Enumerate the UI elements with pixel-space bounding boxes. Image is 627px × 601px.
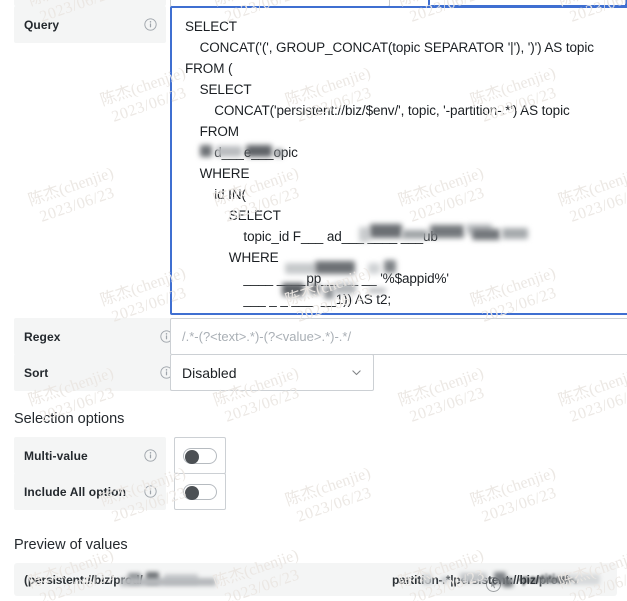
include-all-label: Include All option xyxy=(24,484,127,499)
regex-row: Regex xyxy=(14,318,182,355)
query-input[interactable]: SELECT CONCAT('(', GROUP_CONCAT(topic SE… xyxy=(172,8,627,313)
preview-value-text: (persistent://biz/prod/ xyxy=(24,572,143,587)
watermark-text: 陈杰(chenjie)2023/06/23 xyxy=(283,464,374,526)
selection-options-heading: Selection options xyxy=(14,411,125,427)
preview-value-text-continued: partition-.*|persistent://biz/prod/ xyxy=(392,573,569,587)
sort-label: Sort xyxy=(24,365,49,380)
regex-label-cell: Regex xyxy=(14,318,182,355)
multi-value-row: Multi-value xyxy=(14,437,166,474)
include-all-label-cell: Include All option xyxy=(14,473,166,510)
preview-of-values-heading: Preview of values xyxy=(14,537,128,553)
toggle-off-icon[interactable] xyxy=(183,483,217,500)
regex-input[interactable] xyxy=(170,318,627,355)
query-editor-container[interactable]: SELECT CONCAT('(', GROUP_CONCAT(topic SE… xyxy=(170,6,627,315)
query-row: Query xyxy=(14,6,166,43)
include-all-toggle[interactable] xyxy=(174,473,226,510)
cut-off-label-cell xyxy=(14,0,166,6)
sort-select[interactable]: Disabled xyxy=(170,354,374,391)
query-label: Query xyxy=(24,17,60,32)
crossover-cursor-icon xyxy=(485,576,502,593)
multi-value-label-cell: Multi-value xyxy=(14,437,166,474)
sort-label-cell: Sort xyxy=(14,354,182,391)
toggle-knob xyxy=(185,485,199,500)
multi-value-toggle[interactable] xyxy=(174,437,226,474)
sort-selected-value: Disabled xyxy=(182,364,237,381)
sort-row: Sort xyxy=(14,354,182,391)
query-label-cell: Query xyxy=(14,6,166,43)
multi-value-label: Multi-value xyxy=(24,448,88,463)
watermark-text: 陈杰(chenjie)2023/06/23 xyxy=(556,364,627,426)
info-circle-icon[interactable] xyxy=(144,485,157,498)
watermark-text: 陈杰(chenjie)2023/06/23 xyxy=(396,364,487,426)
watermark-text: 陈杰(chenjie)2023/06/23 xyxy=(26,164,117,226)
toggle-knob xyxy=(185,449,199,464)
regex-label: Regex xyxy=(24,329,61,344)
watermark-text: 陈杰(chenjie)2023/06/23 xyxy=(468,464,559,526)
info-circle-icon[interactable] xyxy=(144,449,157,462)
include-all-row: Include All option xyxy=(14,473,166,510)
toggle-off-icon[interactable] xyxy=(183,447,217,464)
info-circle-icon[interactable] xyxy=(144,18,157,31)
chevron-down-icon[interactable] xyxy=(350,366,363,379)
